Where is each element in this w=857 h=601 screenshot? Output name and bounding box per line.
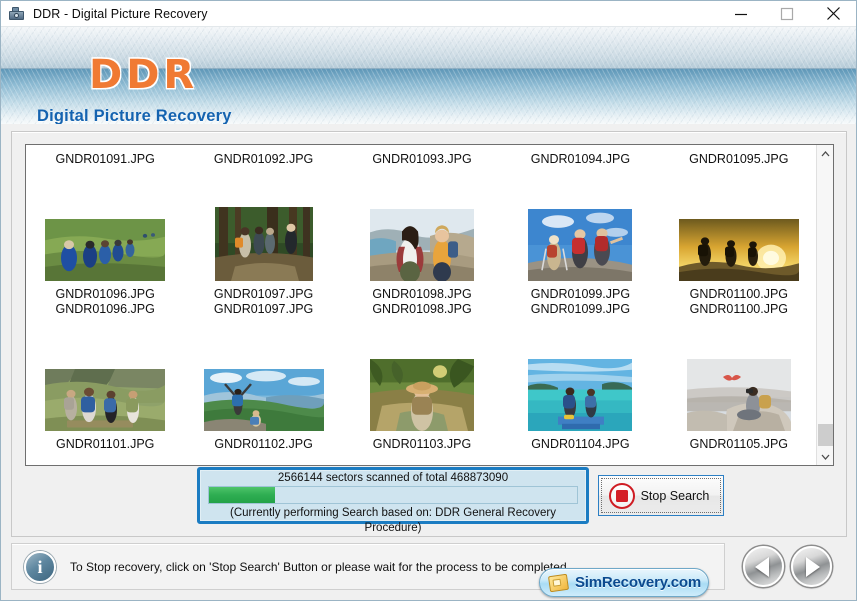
two-men-turquoise-lagoon-pier-thumbnail[interactable] <box>528 359 633 431</box>
hikers-mountain-valley-path-thumbnail[interactable] <box>45 369 166 431</box>
traveler-jungle-path-hat-thumbnail[interactable] <box>370 359 475 431</box>
title-bar: DDR - Digital Picture Recovery <box>1 1 856 27</box>
chevron-down-icon[interactable] <box>817 448 833 465</box>
info-icon: i <box>24 550 56 583</box>
maximize-button[interactable] <box>764 1 810 26</box>
application-window: DDR - Digital Picture Recovery DDR Digit… <box>0 0 857 601</box>
thumbnail-caption-bottom: GNDR01100.JPG <box>689 287 789 301</box>
thumbnail-scrollbar[interactable] <box>816 145 833 465</box>
thumbnail-caption-top: GNDR01093.JPG <box>372 152 472 166</box>
sim-card-icon <box>547 573 570 592</box>
maximize-icon <box>780 7 794 20</box>
thumbnail-cell[interactable]: GNDR01092.JPG GNDR01097.JPG <box>184 151 342 301</box>
thumbnail-caption-top: GNDR01095.JPG <box>689 152 789 166</box>
progress-bar <box>208 486 578 504</box>
stop-icon <box>609 482 635 509</box>
close-icon <box>826 7 840 20</box>
thumbnail-caption-top: GNDR01097.JPG <box>213 302 314 316</box>
progress-bar-fill <box>209 487 276 503</box>
thumbnail-caption-bottom: GNDR01104.JPG <box>531 437 630 451</box>
app-banner: DDR Digital Picture Recovery <box>1 27 856 124</box>
hikers-green-field-thumbnail[interactable] <box>45 219 166 281</box>
stop-search-button[interactable]: Stop Search <box>598 475 724 516</box>
next-arrow-icon <box>806 556 820 577</box>
previous-button[interactable] <box>743 546 784 587</box>
simrecovery-badge[interactable]: SimRecovery.com <box>539 568 709 597</box>
thumbnail-cell[interactable]: GNDR01097.JPG GNDR01102.JPG <box>184 301 342 451</box>
thumbnail-row: GNDR01096.JPG GNDR01101.JPG GNDR01097.JP… <box>26 301 818 451</box>
close-button[interactable] <box>810 1 856 26</box>
minimize-button[interactable] <box>718 1 764 26</box>
thumbnail-caption-top: GNDR01099.JPG <box>530 302 631 316</box>
thumbnail-cell[interactable]: GNDR01100.JPG GNDR01105.JPG <box>660 301 818 451</box>
thumbnail-caption-top: GNDR01091.JPG <box>55 152 155 166</box>
thumbnail-row: GNDR01091.JPG GNDR01096.JPG GNDR01092.JP… <box>26 151 818 301</box>
thumbnail-caption-bottom: GNDR01098.JPG <box>372 287 472 301</box>
hikers-golden-sunset-ridge-thumbnail[interactable] <box>678 219 799 281</box>
thumbnail-cell[interactable]: GNDR01093.JPG GNDR01098.JPG <box>343 151 501 301</box>
thumbnail-list[interactable]: GNDR01091.JPG GNDR01096.JPG GNDR01092.JP… <box>25 144 834 466</box>
sectors-scanned-label: 2566144 sectors scanned of total 4688730… <box>277 472 509 484</box>
camera-icon <box>8 5 26 23</box>
simrecovery-label: SimRecovery.com <box>575 574 701 591</box>
chevron-up-icon[interactable] <box>817 145 833 162</box>
thumbnail-grid: GNDR01091.JPG GNDR01096.JPG GNDR01092.JP… <box>26 145 818 465</box>
thumbnail-cell[interactable]: GNDR01094.JPG GNDR01099.JPG <box>501 151 659 301</box>
window-title: DDR - Digital Picture Recovery <box>33 6 208 21</box>
previous-arrow-icon <box>755 556 769 577</box>
thumbnail-caption-bottom: GNDR01097.JPG <box>213 287 314 301</box>
thumbnail-caption-top: GNDR01098.JPG <box>372 302 472 316</box>
hikers-forest-trail-thumbnail[interactable] <box>214 207 313 281</box>
thumbnail-caption-top: GNDR01096.JPG <box>55 302 155 316</box>
current-operation-label: (Currently performing Search based on: D… <box>230 507 556 534</box>
scrollbar-thumb[interactable] <box>818 424 833 446</box>
two-women-coastal-hike-thumbnail[interactable] <box>370 209 475 281</box>
status-message: To Stop recovery, click on 'Stop Search'… <box>70 559 570 574</box>
scan-progress-group: 2566144 sectors scanned of total 4688730… <box>197 467 589 534</box>
thumbnail-caption-bottom: GNDR01101.JPG <box>55 437 155 451</box>
thumbnail-caption-top: GNDR01094.JPG <box>530 152 631 166</box>
ddr-logo: DDR <box>89 52 199 98</box>
thumbnail-cell[interactable]: GNDR01099.JPG GNDR01104.JPG <box>501 301 659 451</box>
thumbnail-cell[interactable]: GNDR01098.JPG GNDR01103.JPG <box>343 301 501 451</box>
thumbnail-cell[interactable]: GNDR01096.JPG GNDR01101.JPG <box>26 301 184 451</box>
thumbnail-caption-bottom: GNDR01103.JPG <box>372 437 472 451</box>
hiker-arms-raised-viewpoint-thumbnail[interactable] <box>203 369 324 431</box>
thumbnail-caption-bottom: GNDR01105.JPG <box>689 437 789 451</box>
backpackers-rocky-summit-thumbnail[interactable] <box>528 209 633 281</box>
thumbnail-caption-top: GNDR01092.JPG <box>213 152 314 166</box>
minimize-icon <box>735 13 747 15</box>
thumbnail-caption-bottom: GNDR01096.JPG <box>55 287 155 301</box>
thumbnail-caption-bottom: GNDR01102.JPG <box>214 437 313 451</box>
banner-subtitle: Digital Picture Recovery <box>37 107 232 124</box>
thumbnail-cell[interactable]: GNDR01091.JPG GNDR01096.JPG <box>26 151 184 301</box>
photographer-on-rock-bird-thumbnail[interactable] <box>686 359 791 431</box>
thumbnail-cell[interactable]: GNDR01095.JPG GNDR01100.JPG <box>660 151 818 301</box>
thumbnail-caption-top: GNDR01100.JPG <box>689 302 789 316</box>
next-button[interactable] <box>791 546 832 587</box>
thumbnail-caption-bottom: GNDR01099.JPG <box>530 287 631 301</box>
